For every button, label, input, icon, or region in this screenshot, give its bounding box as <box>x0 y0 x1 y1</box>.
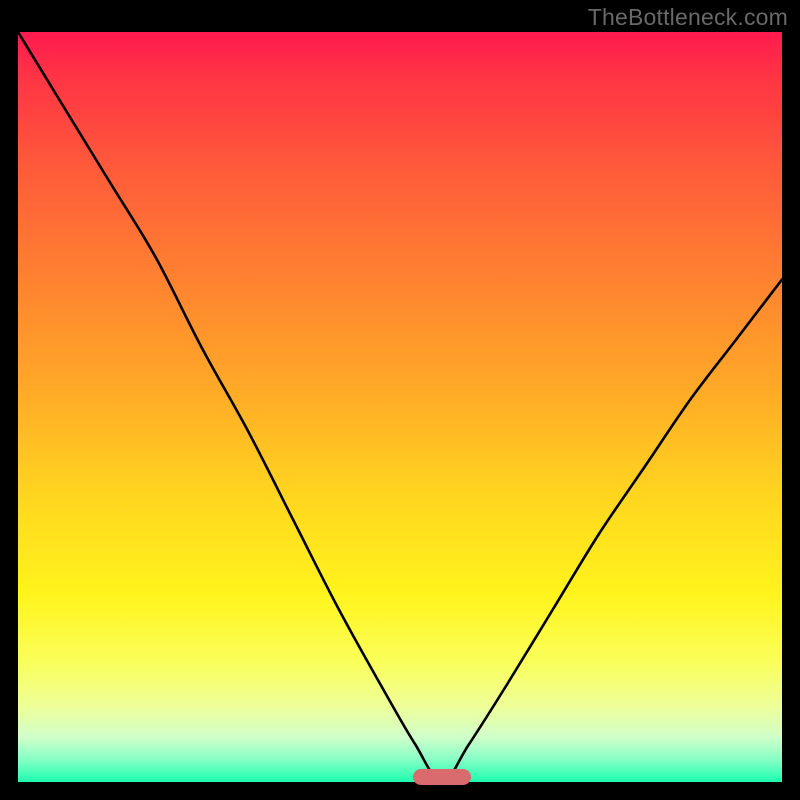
chart-container: TheBottleneck.com <box>0 0 800 800</box>
optimal-range-marker <box>413 769 471 785</box>
bottleneck-curve <box>18 32 782 782</box>
watermark-text: TheBottleneck.com <box>588 4 788 31</box>
curve-path <box>18 32 782 782</box>
plot-area <box>18 32 782 782</box>
